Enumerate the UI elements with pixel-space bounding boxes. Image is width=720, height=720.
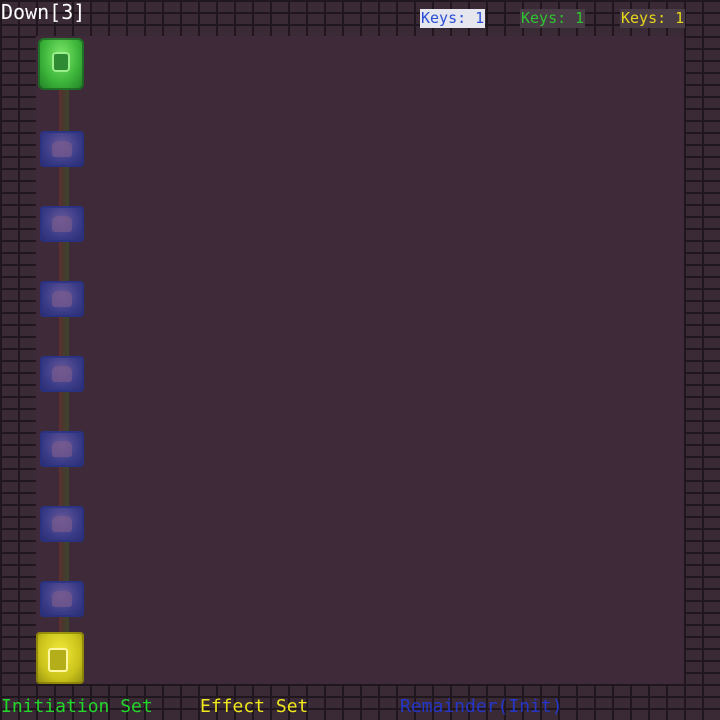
legend-effect-set: Effect Set [200,696,309,717]
blue-ghost-sprite [40,206,84,242]
blue-ghost-sprite [40,581,84,617]
blue-ghost-sprite [40,506,84,542]
yellow-hero-sprite [36,632,84,684]
blue-ghost-sprite [40,131,84,167]
green-hero-sprite [38,38,84,90]
dungeon-floor [36,36,684,684]
legend-initiation-set: Initiation Set [1,696,153,717]
blue-ghost-sprite [40,281,84,317]
blue-ghost-sprite [40,431,84,467]
yellow-keys-counter: Keys: 1 [620,9,686,28]
blue-keys-counter: Keys: 1 [420,9,486,28]
legend-remainder: Remainder(Init) [400,696,563,717]
game-board: Down[3] Keys: 1 Keys: 1 Keys: 1 Initiati… [0,0,720,720]
blue-ghost-sprite [40,356,84,392]
green-keys-counter: Keys: 1 [520,9,586,28]
mode-label: Down[3] [1,0,86,24]
